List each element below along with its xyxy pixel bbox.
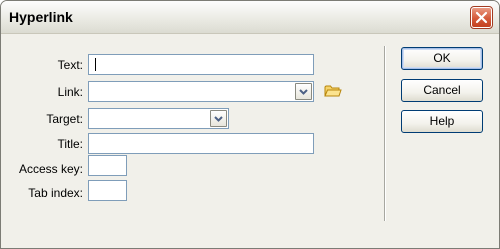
close-icon: [475, 11, 488, 24]
dialog-title: Hyperlink: [9, 9, 73, 25]
help-button[interactable]: Help: [401, 110, 483, 133]
title-input[interactable]: [88, 133, 314, 154]
close-button[interactable]: [470, 6, 493, 29]
folder-icon[interactable]: [324, 84, 342, 98]
dialog-body: Text: Link: Target: Title: Access key: T…: [1, 34, 499, 248]
ok-button[interactable]: OK: [401, 47, 483, 70]
title-label: Title:: [57, 137, 83, 151]
text-label: Text:: [57, 58, 83, 72]
chevron-down-icon: [214, 116, 223, 122]
text-cursor: [95, 58, 96, 71]
hyperlink-dialog: Hyperlink Text: Link: Target: Title: Acc…: [0, 0, 500, 249]
target-dropdown-button[interactable]: [210, 110, 227, 127]
link-combobox[interactable]: [88, 81, 314, 102]
target-label: Target:: [46, 112, 83, 126]
access-key-input[interactable]: [88, 155, 127, 176]
text-input[interactable]: [88, 54, 314, 75]
tab-index-label: Tab index:: [28, 186, 83, 200]
title-bar: Hyperlink: [1, 1, 499, 34]
cancel-button[interactable]: Cancel: [401, 79, 483, 102]
chevron-down-icon: [299, 89, 308, 95]
link-dropdown-button[interactable]: [295, 83, 312, 100]
access-key-label: Access key:: [18, 162, 83, 176]
vertical-separator: [384, 46, 386, 221]
target-select[interactable]: [88, 108, 229, 129]
link-label: Link:: [57, 85, 83, 99]
tab-index-input[interactable]: [88, 180, 127, 201]
